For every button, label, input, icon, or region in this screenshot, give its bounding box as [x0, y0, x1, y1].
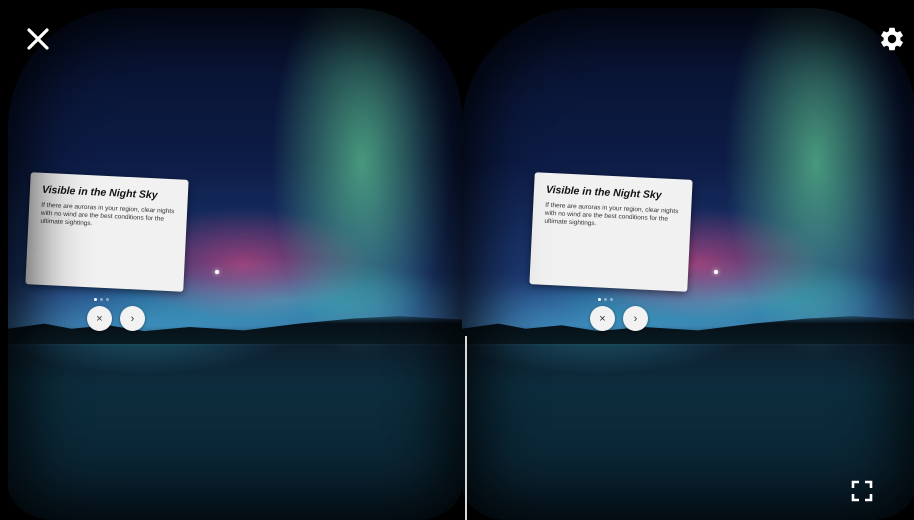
info-card: Visible in the Night Sky If there are au…	[25, 172, 189, 292]
star	[714, 270, 718, 274]
settings-button[interactable]	[878, 25, 906, 53]
card-title: Visible in the Night Sky	[41, 183, 158, 202]
card-next-button[interactable]: ›	[623, 306, 648, 331]
page-dot	[100, 298, 103, 301]
vr-viewer: Visible in the Night Sky If there are au…	[0, 0, 914, 520]
fullscreen-icon	[851, 480, 873, 502]
exit-vr-button[interactable]	[26, 27, 50, 51]
left-eye-view: Visible in the Night Sky If there are au…	[8, 8, 462, 520]
page-dot	[604, 298, 607, 301]
page-dot	[610, 298, 613, 301]
star	[215, 270, 219, 274]
page-indicator	[598, 298, 613, 301]
card-title: Visible in the Night Sky	[545, 183, 662, 202]
card-close-button[interactable]: ×	[87, 306, 112, 331]
info-card: Visible in the Night Sky If there are au…	[529, 172, 693, 292]
gear-icon	[881, 27, 903, 51]
treeline	[462, 316, 914, 344]
page-dot-active	[94, 298, 97, 301]
card-body: If there are auroras in your region, cle…	[40, 201, 175, 228]
card-body: If there are auroras in your region, cle…	[544, 201, 679, 228]
card-close-button[interactable]: ×	[590, 306, 615, 331]
treeline	[8, 316, 462, 344]
page-dot	[106, 298, 109, 301]
page-dot-active	[598, 298, 601, 301]
card-next-button[interactable]: ›	[120, 306, 145, 331]
close-icon	[27, 28, 49, 50]
right-eye-view: Visible in the Night Sky If there are au…	[462, 8, 914, 520]
fullscreen-button[interactable]	[851, 480, 873, 502]
page-indicator	[94, 298, 109, 301]
eye-divider	[465, 336, 467, 520]
